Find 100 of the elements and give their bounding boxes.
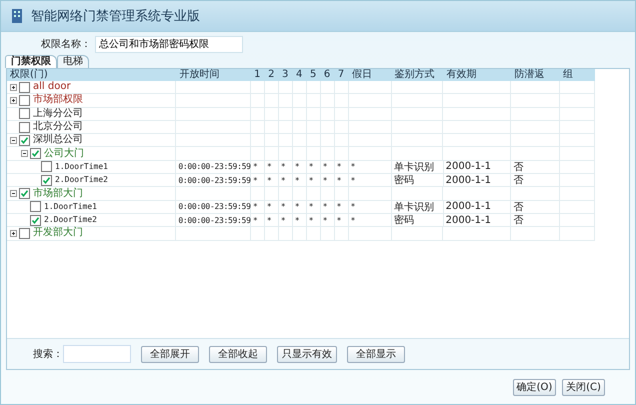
table-cell: *	[337, 176, 342, 185]
tree-item-label[interactable]: 开发部大门	[33, 227, 83, 240]
checkbox[interactable]	[30, 214, 41, 226]
window-title: 智能网络门禁管理系统专业版	[31, 8, 200, 25]
column-header[interactable]: 假日	[348, 69, 392, 81]
column-header[interactable]: 4	[292, 69, 307, 81]
search-field[interactable]	[63, 345, 131, 363]
toolbar-button[interactable]: 只显示有效	[277, 346, 337, 362]
checkbox[interactable]	[19, 134, 30, 146]
dialog-button[interactable]: 关闭(C)	[562, 378, 605, 396]
table-cell: *	[267, 216, 272, 225]
expander-icon[interactable]	[10, 136, 17, 144]
checkbox[interactable]	[19, 122, 30, 133]
checkbox[interactable]	[30, 201, 41, 212]
column-header[interactable]: 6	[320, 69, 335, 81]
table-cell: *	[351, 176, 356, 185]
tree-item-label[interactable]: 北京分公司	[33, 121, 83, 134]
table-cell-text: 单卡识别	[394, 160, 434, 174]
tree-item-label[interactable]: 上海分公司	[33, 108, 83, 120]
dialog-button[interactable]: 确定(O)	[513, 378, 556, 396]
tab[interactable]: 电梯	[57, 55, 89, 68]
table-cell: *	[295, 162, 300, 172]
permission-name-label: 权限名称：	[41, 38, 91, 51]
toolbar-button[interactable]: 全部显示	[347, 346, 405, 362]
permission-name-field[interactable]: 总公司和市场部密码权限	[95, 36, 243, 52]
table-cell: *	[281, 216, 286, 225]
table-cell: *	[295, 202, 300, 212]
table-cell: *	[267, 162, 272, 172]
checkbox[interactable]	[41, 174, 52, 186]
toolbar-button[interactable]: 全部展开	[141, 346, 199, 362]
checkbox[interactable]	[19, 108, 30, 120]
checkbox[interactable]	[19, 94, 30, 106]
table-cell: *	[253, 176, 258, 185]
table-cell: *	[281, 202, 286, 212]
table-cell: *	[323, 202, 328, 212]
table-cell-text: 密码	[394, 214, 414, 228]
toolbar-button[interactable]: 全部收起	[209, 346, 267, 362]
checkbox[interactable]	[19, 228, 30, 239]
table-cell-text: 单卡识别	[394, 200, 434, 214]
table-cell: 2000-1-1	[446, 174, 492, 186]
column-header[interactable]: 2	[265, 69, 280, 81]
column-header[interactable]: 1	[251, 69, 266, 81]
tree-item-label[interactable]: 2.DoorTime2	[55, 174, 108, 186]
table-cell: *	[337, 162, 342, 172]
tree-item-label[interactable]: 公司大门	[44, 148, 84, 160]
tree-item-label[interactable]: 2.DoorTime2	[44, 214, 97, 226]
search-label: 搜索：	[33, 348, 63, 361]
tree-item-label[interactable]: 市场部大门	[33, 188, 83, 200]
column-header[interactable]: 5	[306, 69, 321, 81]
table-cell: *	[323, 162, 328, 172]
column-header[interactable]: 有效期	[443, 69, 512, 81]
table-cell: *	[337, 216, 342, 225]
table-cell: *	[351, 216, 355, 225]
tree-item-label[interactable]: all door	[33, 81, 71, 94]
checkbox[interactable]	[30, 148, 41, 160]
table-cell: *	[281, 162, 286, 172]
table-cell: *	[267, 176, 272, 185]
table-cell-text: 否	[513, 160, 524, 174]
table-cell: *	[267, 202, 272, 212]
expander-icon[interactable]	[10, 230, 17, 237]
checkbox[interactable]	[19, 82, 30, 93]
tree-item-label[interactable]: 深圳总公司	[33, 134, 83, 146]
table-cell: *	[281, 176, 286, 185]
table-cell: *	[295, 216, 300, 225]
column-header[interactable]: 开放时间	[176, 69, 252, 81]
checkbox[interactable]	[41, 161, 52, 172]
tab[interactable]: 门禁权限	[5, 55, 57, 68]
tree-item-label[interactable]: 1.DoorTime1	[55, 160, 108, 173]
table-cell: *	[295, 176, 300, 185]
checkbox[interactable]	[19, 188, 30, 200]
table-cell: *	[309, 176, 314, 185]
table-cell: 2000-1-1	[446, 214, 491, 226]
table-cell-text: 否	[513, 174, 524, 188]
table-cell-text: 否	[513, 214, 524, 228]
table-cell-text: 否	[513, 200, 524, 214]
table-cell: *	[351, 202, 355, 212]
expander-icon[interactable]	[10, 190, 17, 198]
table-cell: 0:00:00-23:59:59	[178, 202, 251, 212]
expander-icon[interactable]	[10, 96, 17, 104]
table-cell: *	[309, 162, 314, 172]
column-header[interactable]: 3	[279, 69, 293, 81]
table-cell: *	[309, 202, 314, 212]
column-header[interactable]: 防潜返	[511, 69, 560, 81]
column-header[interactable]: 鉴别方式	[392, 69, 444, 81]
tree-item-label[interactable]: 1.DoorTime1	[44, 200, 97, 213]
table-cell: *	[323, 216, 328, 225]
table-cell: *	[323, 176, 328, 185]
column-header[interactable]: 权限(门)	[7, 69, 176, 81]
table-cell: 0:00:00-23:59:59	[178, 162, 251, 172]
column-header[interactable]: 7	[334, 69, 349, 81]
table-cell: *	[337, 202, 342, 212]
building-icon	[11, 9, 23, 23]
table-cell: *	[253, 216, 258, 225]
tree-item-label[interactable]: 市场部权限	[33, 94, 83, 106]
table-cell-text: 密码	[394, 174, 414, 188]
expander-icon[interactable]	[10, 84, 17, 91]
table-cell: *	[253, 162, 258, 172]
column-header[interactable]: 组	[560, 69, 595, 81]
expander-icon[interactable]	[21, 150, 28, 158]
table-cell: 2000-1-1	[446, 201, 491, 212]
